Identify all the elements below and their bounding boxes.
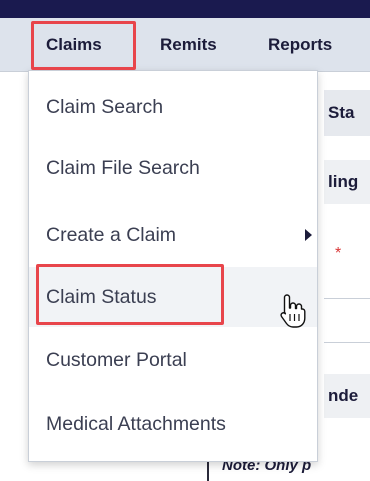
field-underline bbox=[324, 342, 370, 343]
menu-item-label: Claim File Search bbox=[46, 156, 200, 179]
menu-item-medical-attachments[interactable]: Medical Attachments bbox=[29, 394, 317, 454]
menu-item-label: Create a Claim bbox=[46, 223, 177, 246]
menu-item-label: Claim Search bbox=[46, 95, 164, 118]
nav-reports[interactable]: Reports bbox=[268, 18, 332, 72]
claims-dropdown-menu: Claim Search Claim File Search Create a … bbox=[28, 70, 318, 462]
top-brand-bar bbox=[0, 0, 370, 18]
menu-item-label: Customer Portal bbox=[46, 348, 187, 371]
main-nav-bar: Claims Remits Reports bbox=[0, 18, 370, 72]
status-section-header-fragment: Sta bbox=[324, 90, 370, 136]
nav-remits[interactable]: Remits bbox=[160, 18, 217, 72]
menu-item-label: Claim Status bbox=[46, 285, 157, 308]
menu-item-claim-file-search[interactable]: Claim File Search bbox=[29, 138, 317, 198]
chevron-right-icon bbox=[305, 229, 312, 241]
required-marker: * bbox=[335, 245, 342, 262]
field-underline bbox=[324, 298, 370, 299]
nav-claims[interactable]: Claims bbox=[46, 18, 102, 72]
menu-item-create-a-claim[interactable]: Create a Claim bbox=[29, 205, 317, 265]
menu-item-customer-portal[interactable]: Customer Portal bbox=[29, 330, 317, 390]
menu-item-label: Medical Attachments bbox=[46, 412, 226, 435]
menu-item-claim-status[interactable]: Claim Status bbox=[29, 267, 317, 327]
billing-section-header-fragment: ling bbox=[324, 160, 370, 204]
provider-section-header-fragment: nde bbox=[324, 374, 370, 418]
hand-pointer-icon bbox=[280, 294, 306, 328]
menu-item-claim-search[interactable]: Claim Search bbox=[29, 77, 317, 137]
